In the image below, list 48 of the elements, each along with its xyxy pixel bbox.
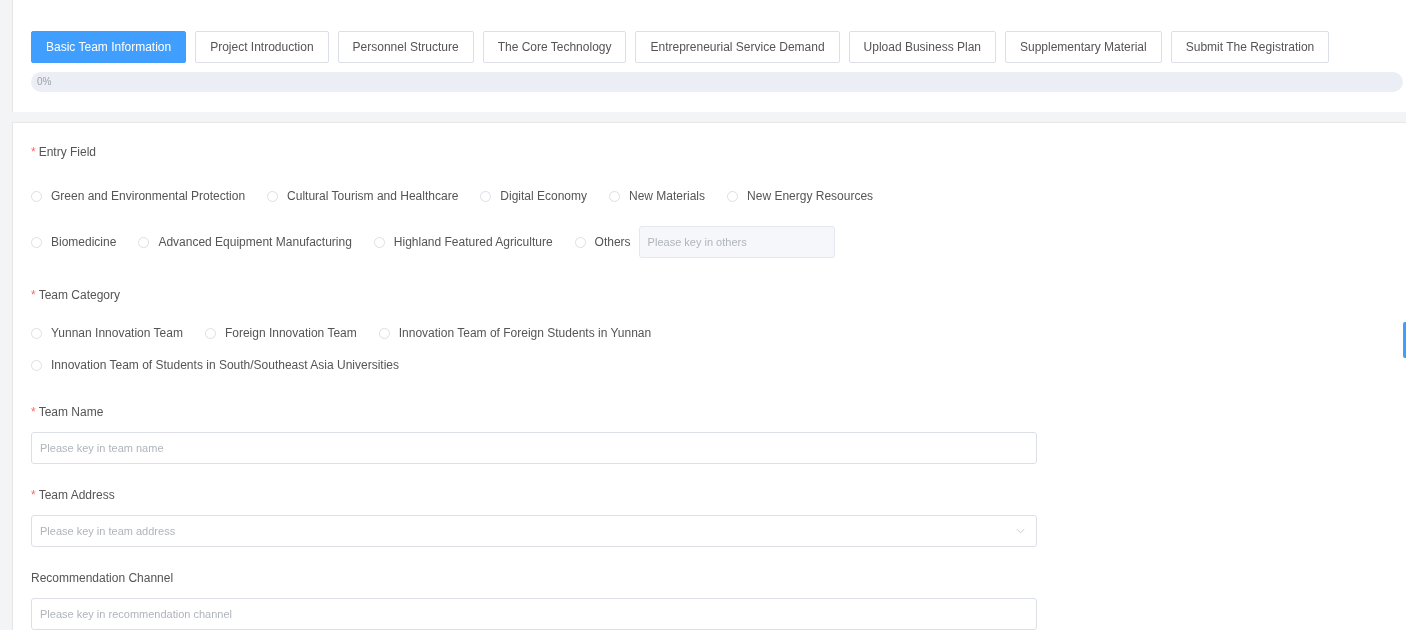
radio-icon[interactable] — [574, 236, 586, 248]
progress-reading: 0% — [37, 76, 52, 87]
chevron-down-icon — [1016, 528, 1025, 534]
select-field[interactable]: Please key in team address — [31, 515, 1037, 547]
required-mark: * — [31, 145, 36, 159]
required-mark: * — [31, 288, 36, 302]
field-label: Team Address — [38, 488, 115, 502]
radio-option[interactable]: New Energy Resources — [727, 189, 874, 203]
radio-option[interactable]: Foreign Innovation Team — [204, 326, 357, 340]
step-tab[interactable]: Upload Business Plan — [848, 31, 996, 63]
radio-icon[interactable] — [204, 327, 216, 339]
input-field[interactable]: Please key in recommendation channel — [31, 598, 1037, 630]
radio-icon[interactable] — [31, 327, 42, 339]
radio-option[interactable]: Highland Featured Agriculture — [373, 235, 553, 249]
field-label: Entry Field — [38, 145, 97, 159]
step-tab[interactable]: The Core Technology — [482, 31, 627, 63]
step-tab[interactable]: Personnel Structure — [337, 31, 474, 63]
radio-option[interactable]: Digital Economy — [480, 189, 587, 203]
required-mark: * — [31, 405, 36, 419]
radio-option[interactable]: Innovation Team of Students in South/Southeast Asia Universities — [31, 358, 399, 372]
field-label: Team Name — [38, 405, 104, 419]
step-tab[interactable]: Supplementary Material — [1005, 31, 1162, 63]
radio-icon[interactable] — [727, 190, 739, 202]
radio-option[interactable]: New Materials — [609, 189, 706, 203]
radio-option[interactable]: Innovation Team of Foreign Students in Yunnan — [378, 326, 652, 340]
radio-option[interactable]: Yunnan Innovation Team — [31, 326, 183, 340]
input-field[interactable]: Please key in team name — [31, 432, 1037, 464]
radio-icon[interactable] — [373, 236, 385, 248]
required-mark: * — [31, 488, 36, 502]
radio-option[interactable]: Others — [574, 235, 631, 249]
field-label: Recommendation Channel — [31, 571, 174, 585]
step-tab[interactable]: Submit The Registration — [1170, 31, 1330, 63]
radio-option[interactable]: Advanced Equipment Manufacturing — [138, 235, 352, 249]
step-tab[interactable]: Entrepreneurial Service Demand — [635, 31, 840, 63]
radio-icon[interactable] — [138, 236, 150, 248]
radio-icon[interactable] — [31, 236, 42, 248]
radio-icon[interactable] — [31, 359, 42, 371]
radio-icon[interactable] — [609, 190, 620, 202]
radio-icon[interactable] — [378, 327, 390, 339]
radio-option[interactable]: Cultural Tourism and Healthcare — [267, 189, 459, 203]
side-handle[interactable] — [1403, 322, 1406, 358]
radio-option[interactable]: Biomedicine — [31, 235, 117, 249]
radio-icon[interactable] — [480, 190, 492, 202]
field-label: Team Category — [38, 288, 121, 302]
radio-icon[interactable] — [267, 190, 279, 202]
radio-icon[interactable] — [31, 190, 42, 202]
step-tab[interactable]: Project Introduction — [195, 31, 329, 63]
radio-option[interactable]: Green and Environmental Protection — [31, 189, 246, 203]
